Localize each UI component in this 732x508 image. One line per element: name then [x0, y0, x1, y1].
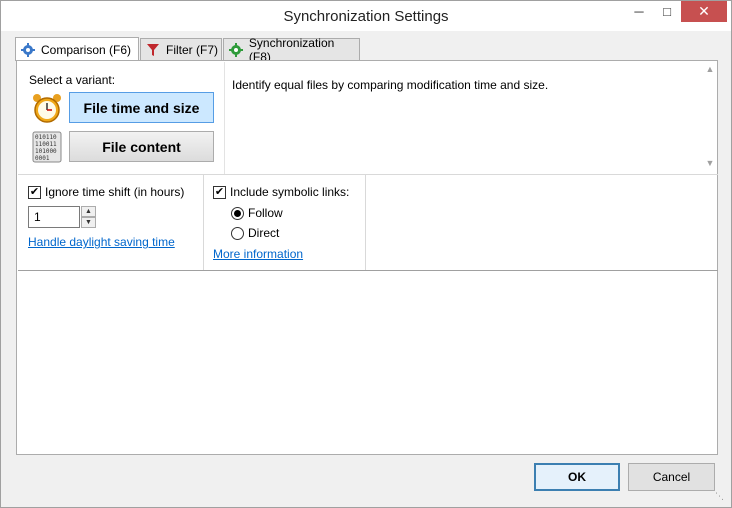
ignore-time-shift-option[interactable]: ✔ Ignore time shift (in hours) — [28, 185, 184, 199]
include-symlinks-option[interactable]: ✔ Include symbolic links: — [213, 185, 349, 199]
binary-icon-line: 0001 — [35, 155, 50, 162]
select-variant-label: Select a variant: — [29, 73, 116, 87]
sync-gear-icon — [228, 42, 244, 58]
spin-down-button[interactable]: ▼ — [81, 217, 96, 228]
alarm-clock-icon — [31, 92, 63, 124]
file-content-button[interactable]: File content — [69, 131, 214, 162]
ok-button[interactable]: OK — [534, 463, 620, 491]
spin-up-button[interactable]: ▲ — [81, 206, 96, 217]
include-symlinks-label: Include symbolic links: — [230, 185, 350, 199]
divider — [365, 175, 366, 270]
divider — [18, 270, 718, 271]
time-shift-input[interactable]: 1 — [28, 206, 80, 228]
variant-selector: Select a variant: File time and size 010… — [18, 62, 225, 174]
scroll-up-icon[interactable]: ▲ — [704, 64, 716, 76]
follow-option[interactable]: Follow — [231, 206, 283, 220]
minimize-button[interactable]: ─ — [626, 1, 652, 22]
binary-file-icon: 010110 110011 101000 0001 — [31, 131, 63, 163]
file-time-size-button[interactable]: File time and size — [69, 92, 214, 123]
ignore-time-shift-checkbox[interactable]: ✔ — [28, 185, 41, 199]
dialog-window: Synchronization Settings ─ □ ✕ Compariso… — [0, 0, 732, 508]
tab-filter[interactable]: Filter (F7) — [140, 38, 222, 60]
resize-grip-icon[interactable]: ⋱ — [715, 491, 727, 503]
variant-description: Identify equal files by comparing modifi… — [232, 78, 549, 92]
tab-synchronization[interactable]: Synchronization (F8) — [223, 36, 360, 64]
binary-icon-line: 110011 — [35, 141, 57, 148]
divider — [203, 175, 204, 270]
gear-icon — [20, 42, 36, 58]
direct-label: Direct — [248, 226, 280, 240]
title-bar: Synchronization Settings ─ □ ✕ — [1, 1, 731, 31]
tab-comparison[interactable]: Comparison (F6) — [15, 37, 139, 61]
daylight-saving-link[interactable]: Handle daylight saving time — [28, 235, 175, 249]
close-button[interactable]: ✕ — [681, 1, 727, 22]
follow-label: Follow — [248, 206, 283, 220]
direct-option[interactable]: Direct — [231, 226, 279, 240]
binary-icon-line: 010110 — [35, 134, 57, 141]
filter-icon — [145, 42, 161, 58]
direct-radio[interactable] — [231, 226, 244, 240]
maximize-button[interactable]: □ — [654, 1, 680, 22]
binary-icon-line: 101000 — [35, 148, 57, 155]
divider — [224, 62, 225, 174]
divider — [18, 174, 718, 175]
window-title: Synchronization Settings — [283, 8, 449, 25]
description-box: Identify equal files by comparing modifi… — [226, 62, 717, 174]
ignore-time-shift-label: Ignore time shift (in hours) — [45, 185, 185, 199]
tab-label: Comparison (F6) — [41, 42, 132, 57]
include-symlinks-checkbox[interactable]: ✔ — [213, 185, 226, 199]
cancel-button[interactable]: Cancel — [628, 463, 715, 491]
tab-label: Filter (F7) — [166, 42, 218, 57]
follow-radio[interactable] — [231, 206, 244, 220]
more-information-link[interactable]: More information — [213, 247, 303, 261]
scroll-down-icon[interactable]: ▼ — [704, 158, 716, 170]
comparison-panel: Select a variant: File time and size 010… — [16, 60, 718, 455]
